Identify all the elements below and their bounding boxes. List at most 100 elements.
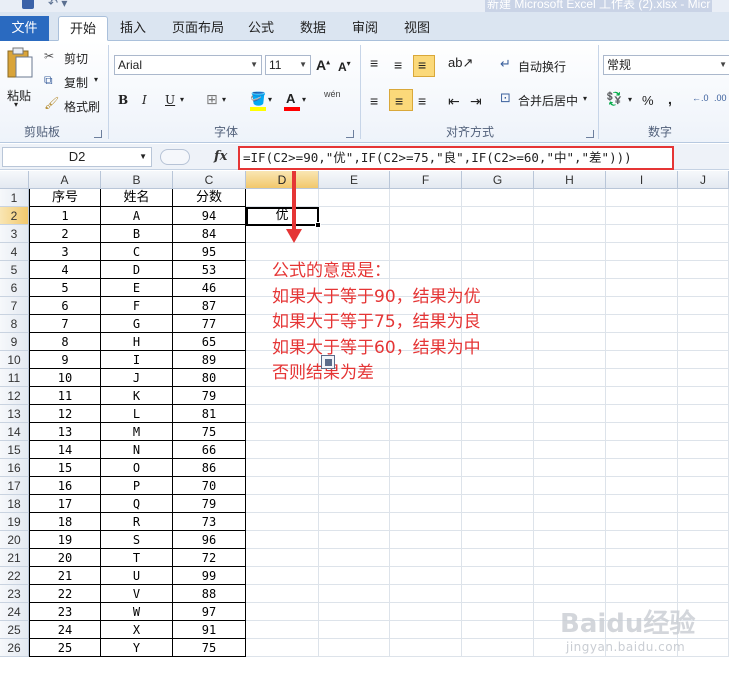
table-cell[interactable] (534, 585, 606, 603)
table-cell[interactable] (319, 207, 390, 225)
table-cell[interactable] (319, 225, 390, 243)
underline-button[interactable]: U (165, 93, 175, 107)
table-cell[interactable]: 53 (173, 261, 246, 279)
table-cell[interactable]: 7 (29, 315, 101, 333)
table-cell[interactable] (462, 459, 534, 477)
table-cell[interactable] (390, 387, 462, 405)
table-cell[interactable] (246, 459, 319, 477)
table-cell[interactable]: 72 (173, 549, 246, 567)
table-cell[interactable]: 77 (173, 315, 246, 333)
row-header-6[interactable]: 6 (0, 279, 29, 297)
table-cell[interactable] (534, 261, 606, 279)
column-header-f[interactable]: F (390, 171, 462, 189)
row-header-15[interactable]: 15 (0, 441, 29, 459)
row-header-14[interactable]: 14 (0, 423, 29, 441)
table-cell[interactable] (319, 513, 390, 531)
row-header-26[interactable]: 26 (0, 639, 29, 657)
table-cell[interactable]: M (101, 423, 173, 441)
chevron-down-icon[interactable]: ▾ (222, 95, 226, 104)
align-middle-icon[interactable]: ≡ (394, 57, 402, 73)
table-cell[interactable] (390, 585, 462, 603)
table-cell[interactable]: B (101, 225, 173, 243)
table-cell[interactable] (319, 567, 390, 585)
table-cell[interactable]: C (101, 243, 173, 261)
dialog-launcher-icon[interactable] (346, 130, 354, 138)
row-header-1[interactable]: 1 (0, 189, 29, 207)
table-cell[interactable] (678, 441, 729, 459)
table-cell[interactable] (534, 207, 606, 225)
table-cell[interactable]: 3 (29, 243, 101, 261)
table-cell[interactable] (606, 549, 678, 567)
table-cell[interactable] (534, 297, 606, 315)
table-cell[interactable] (534, 477, 606, 495)
table-cell[interactable] (246, 387, 319, 405)
table-cell[interactable] (390, 495, 462, 513)
row-header-24[interactable]: 24 (0, 603, 29, 621)
table-cell[interactable] (678, 261, 729, 279)
table-cell[interactable]: 9 (29, 351, 101, 369)
column-header-b[interactable]: B (101, 171, 173, 189)
table-cell[interactable] (462, 405, 534, 423)
table-cell[interactable] (678, 459, 729, 477)
align-right-icon[interactable]: ≡ (418, 93, 426, 109)
table-cell[interactable]: Q (101, 495, 173, 513)
table-cell[interactable]: E (101, 279, 173, 297)
table-cell[interactable] (390, 189, 462, 207)
table-cell[interactable] (246, 531, 319, 549)
row-header-4[interactable]: 4 (0, 243, 29, 261)
table-cell[interactable] (606, 369, 678, 387)
table-cell[interactable] (462, 621, 534, 639)
table-cell[interactable]: V (101, 585, 173, 603)
table-cell[interactable] (678, 531, 729, 549)
table-cell[interactable] (606, 441, 678, 459)
table-cell[interactable]: 91 (173, 621, 246, 639)
select-all-corner[interactable] (0, 171, 29, 189)
table-cell[interactable] (246, 423, 319, 441)
table-cell[interactable] (390, 441, 462, 459)
table-cell[interactable]: 1 (29, 207, 101, 225)
table-cell[interactable] (678, 297, 729, 315)
align-top-icon[interactable]: ≡ (370, 55, 378, 71)
table-cell[interactable]: 94 (173, 207, 246, 225)
table-cell[interactable] (462, 531, 534, 549)
table-cell[interactable]: 23 (29, 603, 101, 621)
dialog-launcher-icon[interactable] (94, 130, 102, 138)
table-cell[interactable]: 89 (173, 351, 246, 369)
tab-home[interactable]: 开始 (58, 16, 108, 41)
table-cell[interactable] (534, 243, 606, 261)
table-cell[interactable] (606, 189, 678, 207)
percent-button[interactable]: % (642, 93, 654, 108)
table-cell[interactable] (534, 549, 606, 567)
table-cell[interactable] (319, 477, 390, 495)
bold-button[interactable]: B (118, 93, 128, 107)
table-cell[interactable]: X (101, 621, 173, 639)
table-cell[interactable] (534, 279, 606, 297)
column-header-e[interactable]: E (319, 171, 390, 189)
table-cell[interactable] (534, 333, 606, 351)
table-cell[interactable] (606, 315, 678, 333)
table-cell[interactable]: O (101, 459, 173, 477)
table-cell[interactable]: 13 (29, 423, 101, 441)
table-cell[interactable] (246, 621, 319, 639)
table-cell[interactable]: 86 (173, 459, 246, 477)
table-cell[interactable] (678, 189, 729, 207)
fill-color-button[interactable]: 🪣 ▾ (250, 91, 276, 111)
tab-file[interactable]: 文件 (0, 16, 49, 41)
table-cell[interactable] (606, 387, 678, 405)
table-cell[interactable] (606, 333, 678, 351)
table-cell[interactable] (678, 369, 729, 387)
table-cell[interactable] (246, 603, 319, 621)
table-cell[interactable]: S (101, 531, 173, 549)
row-header-23[interactable]: 23 (0, 585, 29, 603)
table-cell[interactable]: T (101, 549, 173, 567)
table-cell[interactable] (678, 279, 729, 297)
table-cell[interactable] (246, 495, 319, 513)
table-cell[interactable] (390, 513, 462, 531)
table-cell[interactable]: 46 (173, 279, 246, 297)
table-cell[interactable]: 4 (29, 261, 101, 279)
row-header-19[interactable]: 19 (0, 513, 29, 531)
table-cell[interactable]: A (101, 207, 173, 225)
table-cell[interactable] (462, 477, 534, 495)
table-cell[interactable]: R (101, 513, 173, 531)
table-cell[interactable]: 84 (173, 225, 246, 243)
